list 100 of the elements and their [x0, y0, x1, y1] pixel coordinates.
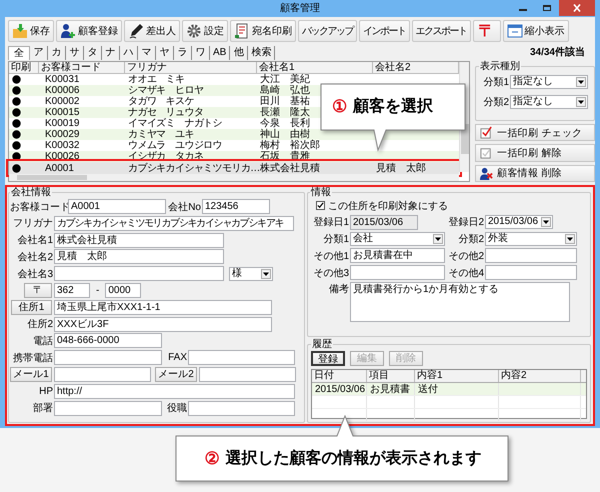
caret-icon — [576, 97, 586, 107]
table-row[interactable]: K00029 カミヤマ ユキ 神山 由樹 — [9, 129, 459, 140]
input-field[interactable]: お見積書在中 — [350, 248, 445, 264]
dropdown[interactable]: 様 — [229, 266, 273, 281]
input-field[interactable] — [485, 248, 577, 264]
field-label: 分類2 — [482, 96, 509, 109]
index-tab[interactable]: ハ — [120, 46, 138, 60]
history-button[interactable]: 登録 — [311, 351, 345, 366]
table-cell: 梅村 裕次郎 — [260, 140, 320, 151]
input-field[interactable]: 0000 — [105, 282, 142, 298]
action-button[interactable]: 一括印刷 チェック — [475, 124, 595, 142]
index-tab[interactable]: 全 — [8, 46, 30, 60]
input-field[interactable]: 123456 — [202, 199, 270, 214]
index-tab[interactable]: ア — [30, 46, 48, 60]
table-row[interactable]: K00031 オオエ ミキ 大江 美紀 — [9, 74, 459, 85]
toolbar-button[interactable]: 〒 — [472, 20, 500, 42]
address-button[interactable]: 住所1 — [11, 300, 52, 315]
input-field[interactable] — [54, 366, 151, 382]
input-field[interactable] — [485, 265, 577, 280]
input-field[interactable]: カブシキカイシャミツモリカブシキカイシャカブシキアキ — [54, 216, 294, 231]
folder-icon — [12, 23, 28, 39]
table-cell: K00006 — [45, 85, 80, 96]
toolbar-button[interactable]: 設定 — [182, 20, 228, 42]
index-tab[interactable]: マ — [138, 46, 156, 60]
input-field[interactable]: 見積 太郎 — [54, 249, 224, 264]
input-field[interactable] — [54, 266, 224, 282]
column-header[interactable]: 印刷 — [9, 62, 39, 73]
toolbar-button[interactable]: エクスポート — [412, 20, 470, 42]
field-label: 電話 — [32, 334, 54, 348]
dropdown[interactable]: 指定なし — [510, 75, 588, 89]
text-area[interactable]: 見積書発行から1か月有効とする — [350, 282, 570, 322]
table-cell: カミヤマ ユキ — [128, 129, 194, 140]
dropdown[interactable]: 会社 — [350, 232, 445, 246]
index-tab[interactable]: サ — [66, 46, 84, 60]
index-tab[interactable]: 他 — [230, 46, 248, 60]
table-cell: 島崎 弘也 — [260, 85, 310, 96]
input-field[interactable] — [54, 400, 162, 416]
column-header[interactable]: お客様コード — [39, 62, 125, 73]
column-header[interactable]: 項目 — [367, 370, 415, 382]
input-field[interactable]: 株式会社見積 — [54, 232, 224, 248]
field-label: その他3 — [312, 266, 350, 280]
mail-button[interactable]: メール1 — [10, 366, 52, 382]
separator-text: - — [95, 284, 100, 296]
input-field[interactable]: http:// — [54, 384, 295, 399]
column-header[interactable]: 会社名1 — [257, 62, 373, 73]
close-icon — [572, 4, 582, 12]
toolbar-button[interactable]: 顧客登録 — [56, 20, 122, 42]
table-row[interactable]: K00019 イマイズミ ナガトシ 今泉 長利 — [9, 118, 459, 129]
table-row[interactable]: A0001 カブシキカイシャミツモリカ…株式会社見積 見積 太郎 — [9, 162, 459, 174]
checkbox-label: この住所を印刷対象にする — [328, 200, 448, 212]
toolbar-button[interactable]: 差出人 — [124, 20, 180, 42]
index-tab[interactable]: ナ — [102, 46, 120, 60]
input-field[interactable]: A0001 — [68, 199, 166, 214]
step-number: ② — [204, 448, 220, 469]
field-label: 備考 — [328, 282, 350, 296]
table-cell: ナガセ リュウタ — [128, 107, 204, 118]
date-picker[interactable]: 2015/03/06 — [485, 215, 553, 230]
dropdown[interactable]: 外装 — [485, 232, 577, 246]
input-field[interactable]: 埼玉県上尾市XXX1-1-1 — [54, 300, 272, 315]
close-button[interactable] — [559, 0, 595, 16]
index-tab[interactable]: ワ — [192, 46, 210, 60]
column-header[interactable]: フリガナ — [125, 62, 257, 73]
column-header[interactable]: 日付 — [312, 370, 367, 382]
index-tab[interactable]: 検索 — [248, 46, 276, 60]
dropdown[interactable]: 指定なし — [510, 95, 588, 109]
toolbar-button[interactable]: 保存 — [8, 20, 54, 42]
column-header[interactable]: 内容1 — [415, 370, 499, 382]
input-field[interactable] — [54, 350, 162, 366]
input-field[interactable] — [188, 400, 295, 416]
field-label: その他1 — [312, 250, 350, 263]
toolbar-button[interactable]: 縮小表示 — [502, 20, 568, 42]
checkbox[interactable] — [316, 201, 325, 210]
action-button[interactable]: 一括印刷 解除 — [475, 144, 595, 162]
input-field[interactable]: 048-666-0000 — [54, 333, 162, 348]
horizontal-scrollbar[interactable] — [9, 174, 459, 181]
input-field[interactable] — [350, 265, 445, 280]
index-tab[interactable]: AB — [210, 46, 230, 60]
input-field[interactable]: 362 — [54, 282, 90, 298]
action-button[interactable]: 顧客情報 削除 — [475, 164, 595, 182]
column-header[interactable]: 内容2 — [499, 370, 581, 382]
input-field[interactable]: XXXビル3F — [54, 316, 272, 332]
toolbar-button[interactable]: 宛名印刷 — [230, 20, 296, 42]
input-field[interactable] — [199, 366, 296, 382]
table-cell: 神山 由樹 — [260, 129, 310, 140]
table-cell: A0001 — [45, 162, 74, 174]
toolbar-button[interactable]: バックアップ — [298, 20, 357, 42]
table-cell: 株式会社見積 — [260, 162, 320, 174]
table-cell: お見積書 — [367, 383, 415, 395]
postal-button[interactable]: 〒 — [24, 282, 52, 298]
table-row[interactable]: K00032 ウメムラ ユウジロウ 梅村 裕次郎 — [9, 140, 459, 151]
mail-button[interactable]: メール2 — [155, 366, 197, 382]
index-tab[interactable]: ヤ — [156, 46, 174, 60]
user-remove-icon — [480, 166, 493, 180]
field-label: 会社No — [167, 200, 202, 214]
index-tab[interactable]: カ — [48, 46, 66, 60]
index-tab[interactable]: タ — [84, 46, 102, 60]
table-cell: K00032 — [45, 140, 80, 151]
toolbar-button[interactable]: インポート — [359, 20, 410, 42]
input-field[interactable] — [188, 350, 295, 366]
index-tab[interactable]: ラ — [174, 46, 192, 60]
